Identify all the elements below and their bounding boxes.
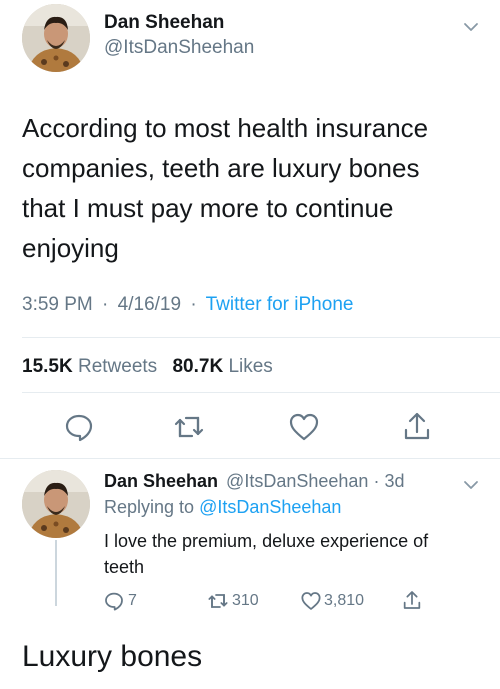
tweet-text-line: According to most health insurance [22,113,429,143]
retweet-action[interactable]: 310 [206,591,259,611]
divider [22,337,500,338]
retweet-count: 310 [232,592,259,609]
meta-separator: · [373,471,380,491]
retweet-icon[interactable] [206,591,230,611]
tweet-date[interactable]: 4/16/19 [118,294,181,315]
divider [0,458,500,459]
caption: Luxury bones [22,640,203,673]
reply-age[interactable]: 3d [384,471,404,491]
tweet-text-line: that I must pay more to continue [22,193,394,223]
meta-separator: · [102,294,109,315]
tweet-meta: 3:59 PM · 4/16/19 · Twitter for iPhone [22,294,353,316]
reply-icon[interactable] [104,591,124,611]
tweet-text-line: enjoying [22,233,119,263]
share-icon[interactable] [402,589,422,611]
author-name[interactable]: Dan Sheehan [104,12,224,34]
reply-author-name[interactable]: Dan Sheehan [104,471,218,491]
divider [22,392,500,393]
share-icon[interactable] [402,410,432,442]
reply-header: Dan Sheehan @ItsDanSheehan · 3d [104,471,404,492]
engagement-stats: 15.5K Retweets 80.7K Likes [22,356,273,378]
retweets-stat[interactable]: 15.5K Retweets [22,356,162,377]
thread-line [55,540,57,606]
reply-action[interactable]: 7 [104,591,137,611]
reply-text-line: teeth [104,557,145,577]
author-handle[interactable]: @ItsDanSheehan [104,37,254,59]
reply-count: 7 [128,592,137,609]
reply-text-line: I love the premium, deluxe experience of [104,531,429,551]
likes-stat[interactable]: 80.7K Likes [172,356,272,377]
chevron-down-icon[interactable] [462,18,480,36]
meta-separator: · [190,294,197,315]
retweets-count: 15.5K [22,356,73,377]
replying-to: Replying to @ItsDanSheehan [104,497,341,518]
reply-text: I love the premium, deluxe experience of… [104,528,494,580]
reply-avatar[interactable] [22,470,90,538]
retweet-icon[interactable] [172,412,206,442]
replying-to-label: Replying to [104,497,195,517]
tweet-text-line: companies, teeth are luxury bones [22,153,420,183]
reply-author-handle[interactable]: @ItsDanSheehan [226,471,368,491]
chevron-down-icon[interactable] [462,476,480,494]
like-icon[interactable] [300,591,322,611]
tweet-time[interactable]: 3:59 PM [22,294,93,315]
like-action[interactable]: 3,810 [300,591,364,611]
like-count: 3,810 [324,592,365,609]
retweets-label: Retweets [77,356,158,377]
replying-to-handle[interactable]: @ItsDanSheehan [199,497,341,517]
likes-count: 80.7K [172,356,224,377]
likes-label: Likes [228,356,273,377]
tweet-source-link[interactable]: Twitter for iPhone [206,294,354,315]
tweet-text: According to most health insurance compa… [22,108,492,268]
reply-icon[interactable] [64,412,94,442]
like-icon[interactable] [288,412,320,442]
avatar[interactable] [22,4,90,72]
